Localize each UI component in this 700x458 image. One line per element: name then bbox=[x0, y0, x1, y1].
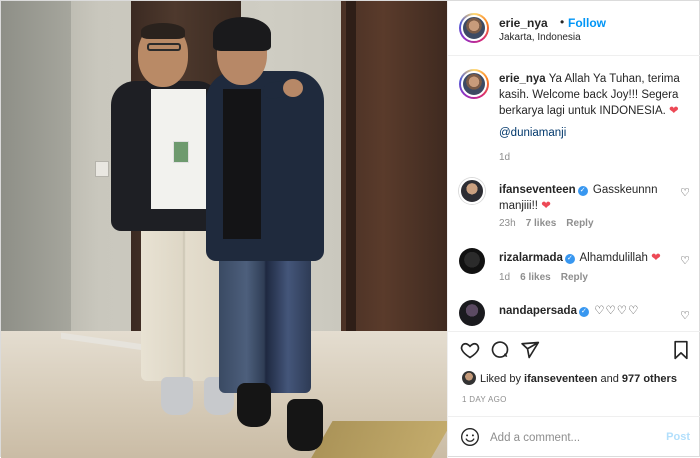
person2-shoe bbox=[237, 383, 271, 427]
post-photo[interactable] bbox=[1, 1, 447, 458]
comment-time: 23h bbox=[499, 218, 516, 229]
comment-item: ifanseventeen ✓ Gasskeunnn manjiii!! ❤ 23… bbox=[448, 176, 700, 236]
caption-text-block: erie_nya Ya Allah Ya Tuhan, terima kasih… bbox=[499, 71, 689, 119]
comment-username[interactable]: ifanseventeen bbox=[499, 184, 576, 196]
liked-by-user[interactable]: ifanseventeen bbox=[524, 373, 597, 385]
location-link[interactable]: Jakarta, Indonesia bbox=[499, 32, 581, 43]
avatar[interactable] bbox=[459, 178, 485, 204]
follow-button[interactable]: Follow bbox=[568, 16, 606, 30]
comment-like-heart-icon[interactable]: ♡ bbox=[680, 186, 690, 199]
comment-item: rizalarmada ✓ Alhamdulillah ❤ 1d 6 likes Re… bbox=[448, 244, 700, 292]
comment-reply-button[interactable]: Reply bbox=[561, 272, 588, 283]
person1-hair bbox=[141, 23, 185, 39]
comment-item: nandapersada ✓ ♡♡♡♡ ♡ bbox=[448, 297, 700, 329]
comment-icon[interactable] bbox=[490, 340, 510, 363]
comment-text: Alhamdulillah bbox=[579, 252, 648, 264]
comment-text-block: rizalarmada ✓ Alhamdulillah ❤ bbox=[499, 250, 669, 266]
comment-text: ♡♡♡♡ bbox=[594, 305, 640, 317]
person1-glasses bbox=[147, 43, 181, 51]
comment-likes[interactable]: 7 likes bbox=[526, 218, 557, 229]
caption-time: 1d bbox=[499, 152, 511, 163]
liked-by-and: and bbox=[600, 373, 619, 385]
comment-username[interactable]: nandapersada bbox=[499, 305, 577, 317]
add-comment-input[interactable] bbox=[490, 428, 660, 448]
share-icon[interactable] bbox=[520, 340, 540, 363]
verified-badge-icon: ✓ bbox=[578, 307, 589, 317]
avatar[interactable] bbox=[459, 69, 489, 99]
person2-shoe bbox=[287, 399, 323, 451]
comment-text-block: nandapersada ✓ ♡♡♡♡ bbox=[499, 303, 669, 319]
verified-badge-icon: ✓ bbox=[564, 254, 575, 264]
instagram-post: erie_nya • Follow Jakarta, Indonesia eri… bbox=[0, 0, 700, 458]
comment-time: 1d bbox=[499, 272, 511, 283]
post-actions bbox=[448, 331, 700, 365]
person2-hand bbox=[283, 79, 303, 97]
post-header: erie_nya • Follow Jakarta, Indonesia bbox=[448, 1, 700, 56]
separator-dot: • bbox=[560, 15, 565, 29]
person2-beanie bbox=[213, 17, 271, 51]
caption-mention-link[interactable]: @duniamanji bbox=[499, 127, 566, 139]
comment-like-heart-icon[interactable]: ♡ bbox=[680, 309, 690, 322]
caption-username[interactable]: erie_nya bbox=[499, 73, 546, 85]
header-username[interactable]: erie_nya bbox=[499, 16, 548, 30]
comment-meta: 1d 6 likes Reply bbox=[499, 272, 598, 283]
post-caption: erie_nya Ya Allah Ya Tuhan, terima kasih… bbox=[448, 56, 700, 171]
avatar[interactable] bbox=[459, 248, 485, 274]
red-heart-emoji: ❤ bbox=[541, 200, 551, 212]
photo-wall bbox=[1, 1, 71, 331]
comment-likes[interactable]: 6 likes bbox=[520, 272, 551, 283]
avatar[interactable] bbox=[462, 371, 476, 385]
red-heart-emoji: ❤ bbox=[651, 252, 661, 264]
liked-by: Liked by ifanseventeen and 977 others bbox=[462, 371, 677, 385]
comment-reply-button[interactable]: Reply bbox=[566, 218, 593, 229]
comment-like-heart-icon[interactable]: ♡ bbox=[680, 254, 690, 267]
post-timestamp: 1 DAY AGO bbox=[462, 395, 507, 404]
comment-meta: 23h 7 likes Reply bbox=[499, 218, 604, 229]
photo-rug bbox=[309, 421, 447, 458]
post-side-panel: erie_nya • Follow Jakarta, Indonesia eri… bbox=[447, 1, 700, 458]
red-heart-emoji: ❤ bbox=[669, 105, 679, 117]
liked-by-prefix: Liked by bbox=[480, 373, 521, 385]
avatar[interactable] bbox=[459, 13, 489, 43]
liked-by-others[interactable]: 977 others bbox=[622, 373, 677, 385]
bookmark-icon[interactable] bbox=[672, 340, 690, 363]
post-comment-button[interactable]: Post bbox=[666, 431, 690, 443]
photo-door-right bbox=[341, 1, 447, 356]
add-comment-bar: Post bbox=[448, 416, 700, 458]
person1-shoe bbox=[161, 377, 193, 415]
emoji-icon[interactable] bbox=[460, 427, 480, 450]
photo-door-frame bbox=[346, 1, 356, 331]
person2-tshirt bbox=[223, 89, 261, 239]
avatar[interactable] bbox=[459, 300, 485, 326]
heart-icon[interactable] bbox=[460, 340, 480, 363]
comment-username[interactable]: rizalarmada bbox=[499, 252, 563, 264]
comment-text-block: ifanseventeen ✓ Gasskeunnn manjiii!! ❤ bbox=[499, 182, 669, 214]
photo-light-switch bbox=[95, 161, 109, 177]
person1-lanyard bbox=[173, 141, 189, 163]
verified-badge-icon: ✓ bbox=[577, 186, 588, 196]
